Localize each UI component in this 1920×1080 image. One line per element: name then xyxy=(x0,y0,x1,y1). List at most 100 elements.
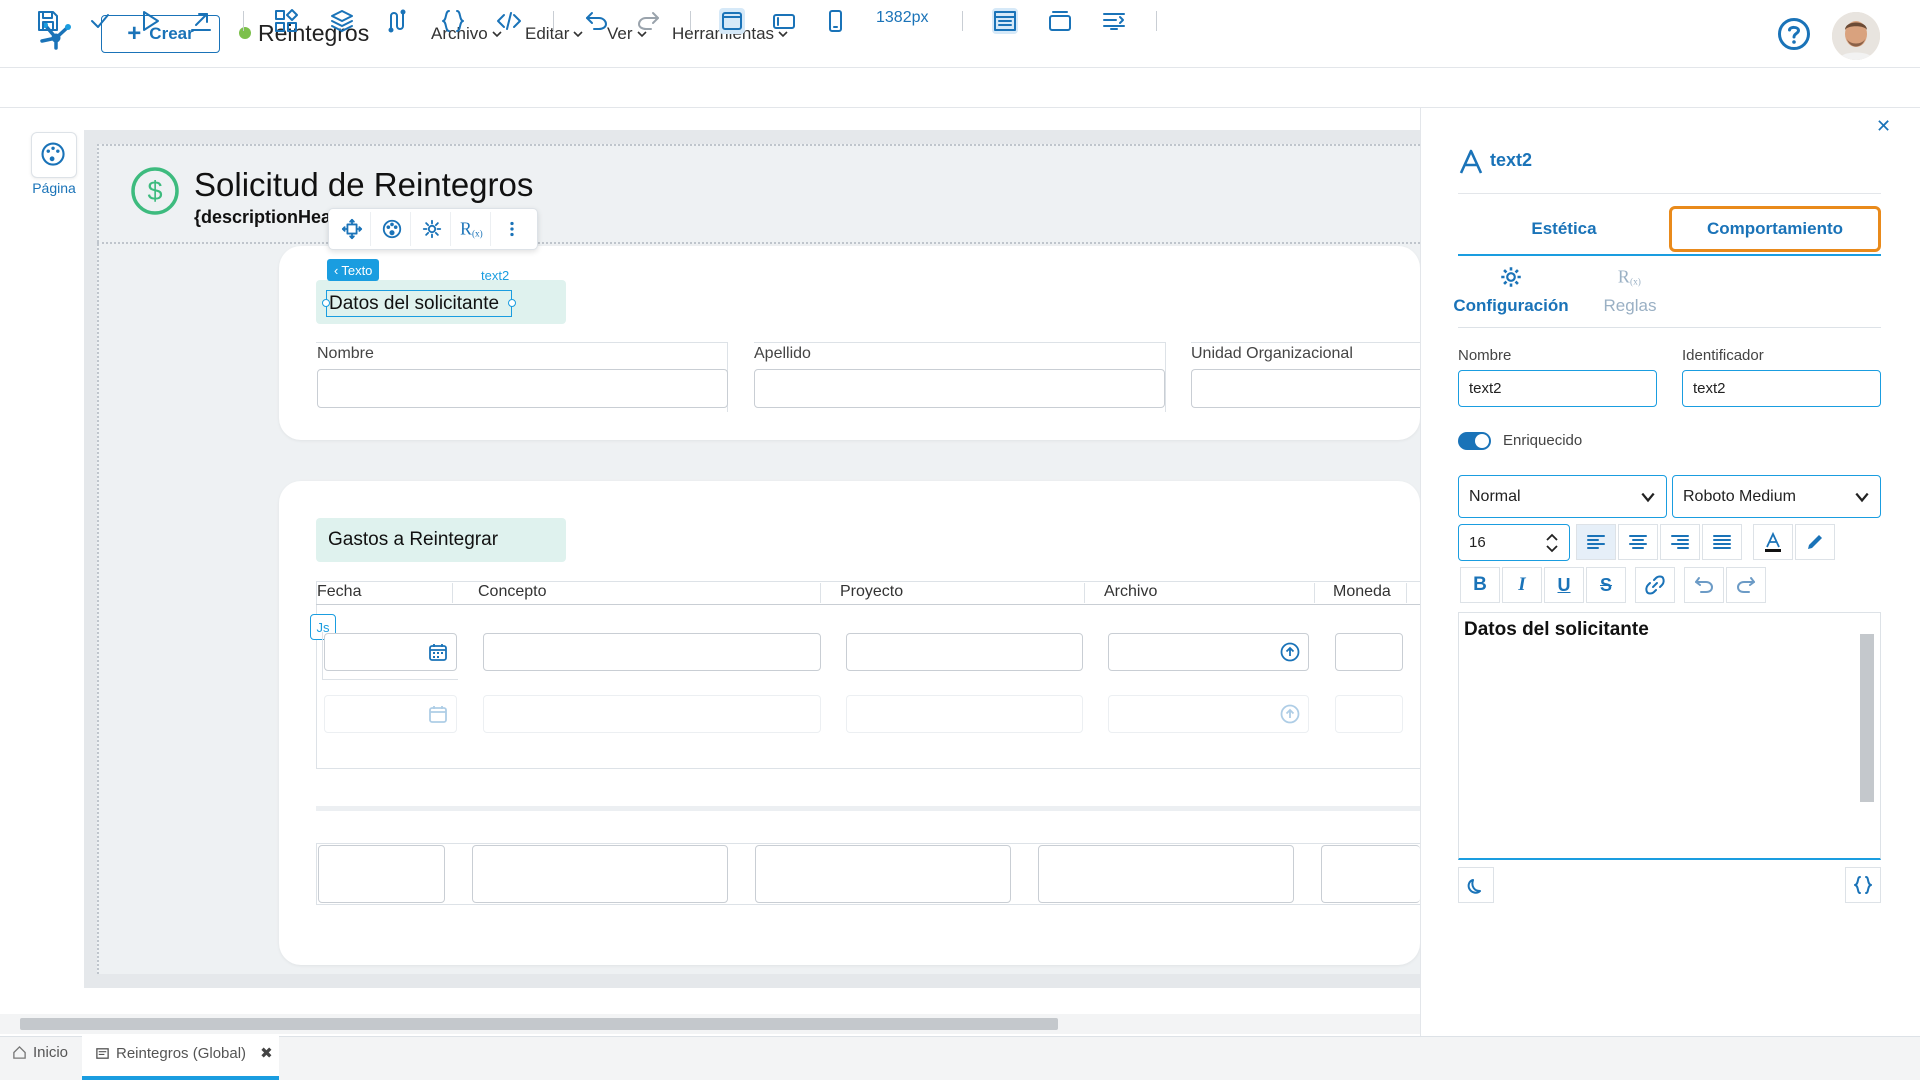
save-icon[interactable] xyxy=(35,8,61,34)
undo-button[interactable] xyxy=(1684,567,1724,603)
paragraph-style-select[interactable]: Normal xyxy=(1458,475,1667,518)
move-icon[interactable] xyxy=(333,212,371,246)
underline-button[interactable]: U xyxy=(1544,567,1584,603)
undo-icon[interactable] xyxy=(584,8,610,34)
column-header-archivo[interactable]: Archivo xyxy=(1104,583,1157,601)
check-icon[interactable] xyxy=(87,8,113,34)
rich-text-editor[interactable] xyxy=(1458,612,1881,860)
subtab-reglas[interactable]: R (x) Reglas xyxy=(1575,264,1685,316)
column-header-proyecto[interactable]: Proyecto xyxy=(840,583,903,601)
bold-button[interactable]: B xyxy=(1460,567,1500,603)
layers-icon[interactable] xyxy=(329,8,355,34)
form-title[interactable]: Solicitud de Reintegros xyxy=(194,166,533,204)
strikethrough-button[interactable]: S xyxy=(1586,567,1626,603)
tablet-view-icon[interactable] xyxy=(771,8,797,34)
proyecto-input[interactable] xyxy=(846,633,1083,671)
proyecto-input[interactable] xyxy=(846,695,1083,733)
concepto-input[interactable] xyxy=(483,695,821,733)
calendar-icon[interactable] xyxy=(428,642,448,662)
section-header-gastos[interactable]: Gastos a Reintegrar xyxy=(316,518,566,562)
moneda-input[interactable] xyxy=(1335,633,1403,671)
data-flow-icon[interactable] xyxy=(384,8,410,34)
font-size-value: 16 xyxy=(1469,534,1486,551)
avatar[interactable] xyxy=(1832,12,1880,60)
archivo-input[interactable] xyxy=(1108,633,1309,671)
totals-cell[interactable] xyxy=(318,845,445,903)
scrollbar-thumb[interactable] xyxy=(20,1018,1058,1030)
resize-handle[interactable] xyxy=(322,299,330,307)
apellido-input[interactable] xyxy=(754,369,1165,408)
upload-icon[interactable] xyxy=(1280,642,1300,662)
column-header-concepto[interactable]: Concepto xyxy=(478,583,547,601)
source-code-button[interactable] xyxy=(1845,867,1881,903)
page-settings-button[interactable] xyxy=(31,132,77,178)
calendar-icon[interactable] xyxy=(428,704,448,724)
identificador-field[interactable]: text2 xyxy=(1682,370,1881,407)
column-header-fecha[interactable]: Fecha xyxy=(317,583,361,601)
braces-icon[interactable] xyxy=(440,8,466,34)
page-layout-icon[interactable] xyxy=(992,8,1018,34)
identificador-label: Identificador xyxy=(1682,347,1764,364)
editor-content[interactable]: Datos del solicitante xyxy=(1464,619,1649,641)
link-button[interactable] xyxy=(1635,567,1675,603)
column-header-moneda[interactable]: Moneda xyxy=(1333,583,1391,601)
help-icon[interactable] xyxy=(1777,17,1811,51)
stepper-arrows-icon[interactable] xyxy=(1545,532,1559,554)
italic-button[interactable]: I xyxy=(1502,567,1542,603)
breadcrumb-texto-tag[interactable]: ‹ Texto xyxy=(327,259,380,281)
more-options-icon[interactable] xyxy=(493,212,531,246)
align-settings-icon[interactable] xyxy=(1101,8,1127,34)
align-left-button[interactable] xyxy=(1576,524,1616,560)
close-tab-icon[interactable]: ✖ xyxy=(260,1044,273,1062)
totals-cell[interactable] xyxy=(472,845,728,903)
upload-icon[interactable] xyxy=(1280,704,1300,724)
tab-inicio[interactable]: Inicio xyxy=(12,1044,68,1061)
form-subtitle[interactable]: {descriptionHea xyxy=(194,207,331,228)
palette-icon[interactable] xyxy=(373,212,411,246)
svg-text:(x): (x) xyxy=(472,228,483,238)
tab-reintegros[interactable]: Reintegros (Global) ✖ xyxy=(95,1044,273,1062)
paragraph-style-value: Normal xyxy=(1469,487,1521,505)
mobile-view-icon[interactable] xyxy=(822,8,848,34)
font-family-select[interactable]: Roboto Medium xyxy=(1672,475,1881,518)
highlight-button[interactable] xyxy=(1795,524,1835,560)
desktop-view-icon[interactable] xyxy=(719,8,745,34)
totals-cell[interactable] xyxy=(1321,845,1420,903)
resize-handle[interactable] xyxy=(508,299,516,307)
components-icon[interactable] xyxy=(273,8,299,34)
nombre-field[interactable]: text2 xyxy=(1458,370,1657,407)
text-color-button[interactable] xyxy=(1753,524,1793,560)
close-icon[interactable]: ✕ xyxy=(1876,116,1891,137)
subtab-configuracion[interactable]: Configuración xyxy=(1453,264,1569,316)
frame-icon[interactable] xyxy=(1047,8,1073,34)
dark-mode-button[interactable] xyxy=(1458,867,1494,903)
align-right-button[interactable] xyxy=(1660,524,1700,560)
totals-cell[interactable] xyxy=(755,845,1011,903)
chevron-down-icon xyxy=(1855,492,1869,502)
unidad-organizacional-input[interactable] xyxy=(1191,369,1420,408)
text-color-icon xyxy=(1765,531,1781,552)
tab-comportamiento[interactable]: Comportamiento xyxy=(1669,206,1881,252)
totals-cell[interactable] xyxy=(1038,845,1294,903)
align-justify-button[interactable] xyxy=(1702,524,1742,560)
export-icon[interactable] xyxy=(188,8,214,34)
redo-icon[interactable] xyxy=(635,8,661,34)
tab-estetica[interactable]: Estética xyxy=(1458,206,1670,252)
menu-editar[interactable]: Editar xyxy=(525,24,583,44)
moneda-input[interactable] xyxy=(1335,695,1403,733)
concepto-input[interactable] xyxy=(483,633,821,671)
enriquecido-toggle[interactable] xyxy=(1458,432,1491,450)
font-size-stepper[interactable]: 16 xyxy=(1458,524,1570,561)
archivo-input[interactable] xyxy=(1108,695,1309,733)
align-center-button[interactable] xyxy=(1618,524,1658,560)
rules-icon[interactable]: R (x) xyxy=(453,212,491,246)
gear-icon[interactable] xyxy=(413,212,451,246)
selected-text-element[interactable]: Datos del solicitante xyxy=(326,290,512,317)
align-left-icon xyxy=(1587,535,1605,549)
editor-scrollbar[interactable] xyxy=(1860,634,1874,802)
redo-button[interactable] xyxy=(1726,567,1766,603)
nombre-input[interactable] xyxy=(317,369,728,408)
play-icon[interactable] xyxy=(137,8,163,34)
code-icon[interactable] xyxy=(496,8,522,34)
svg-text:R: R xyxy=(1618,267,1630,287)
